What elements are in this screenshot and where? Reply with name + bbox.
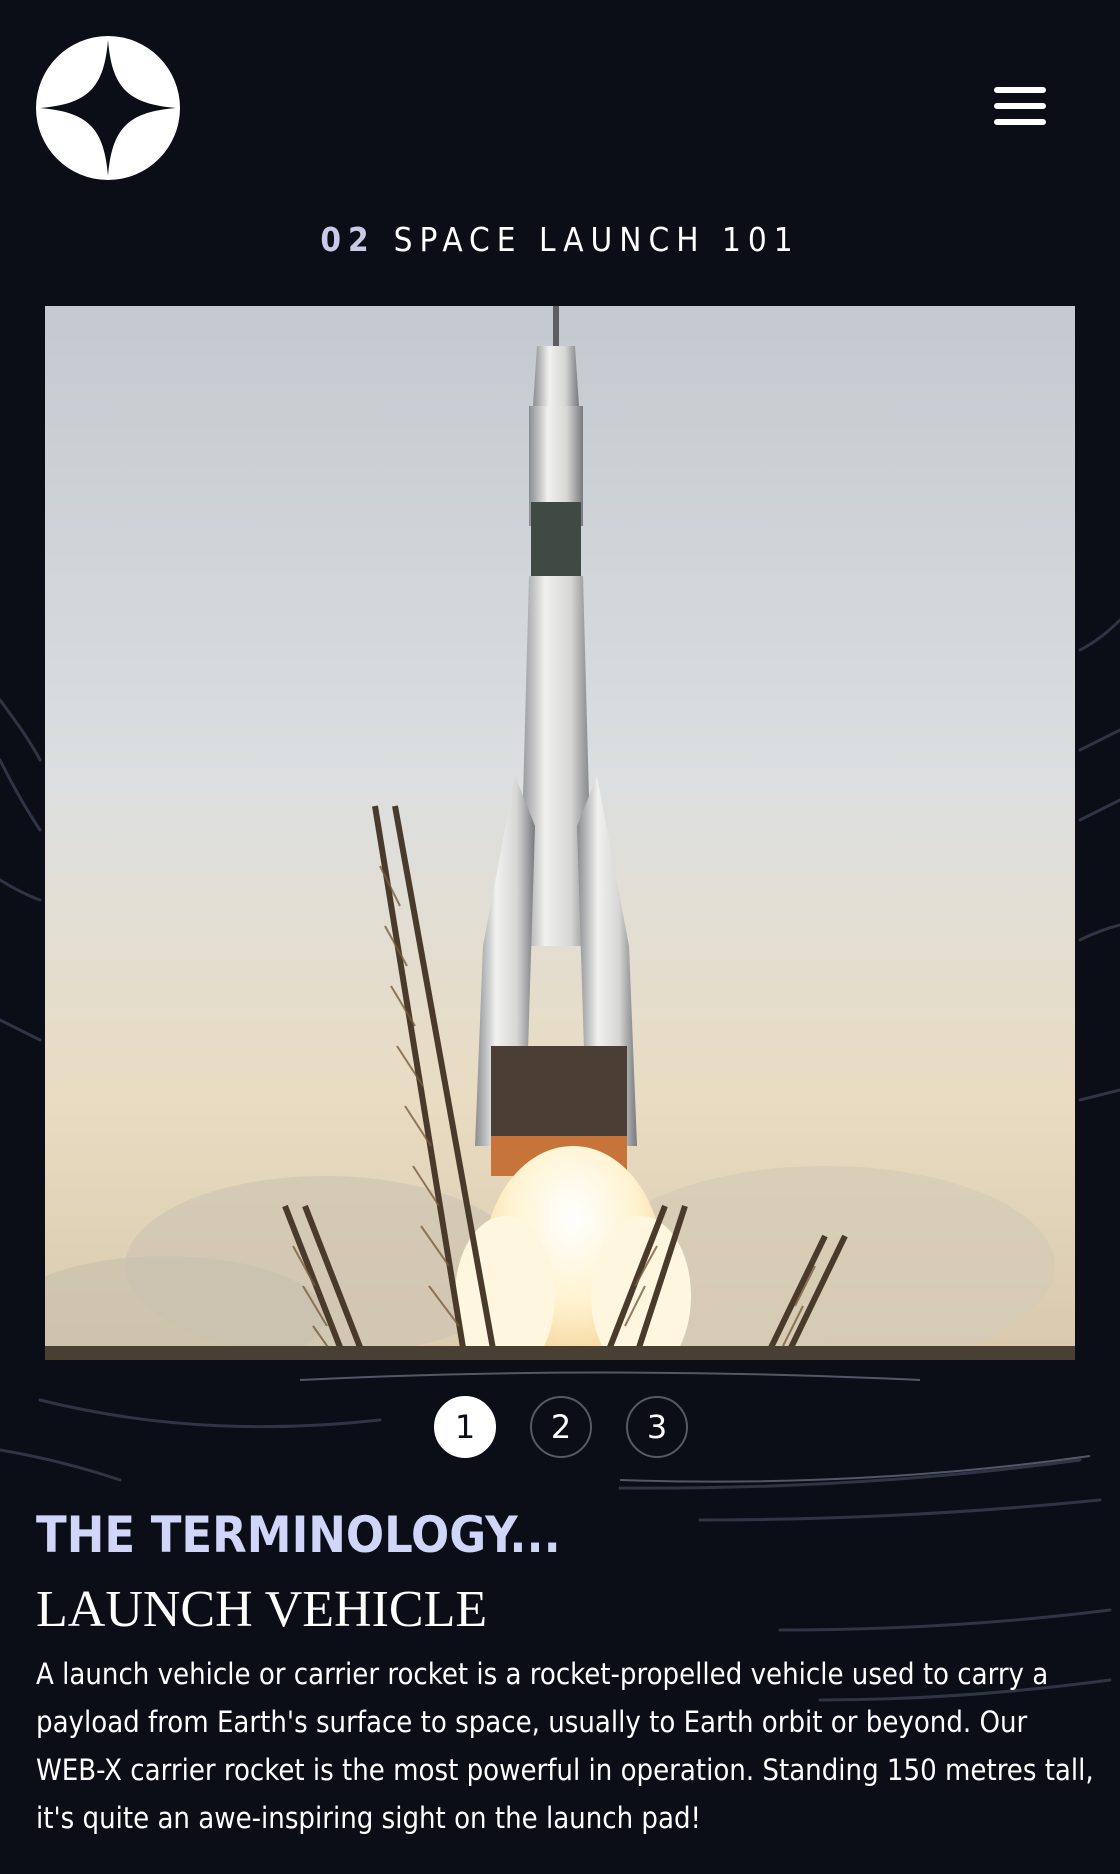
term-description: A launch vehicle or carrier rocket is a … — [36, 1657, 1094, 1835]
pager-button-2[interactable]: 2 — [530, 1396, 592, 1458]
four-point-star-logo-icon — [40, 40, 176, 176]
rocket-launch-photo-icon — [45, 306, 1075, 1360]
terminology-kicker: THE TERMINOLOGY... — [36, 1506, 561, 1564]
page-number: 02 — [320, 220, 376, 259]
hamburger-menu-icon — [994, 87, 1046, 125]
logo[interactable] — [36, 36, 180, 180]
page-title: SPACE LAUNCH 101 — [393, 220, 800, 259]
term-title: LAUNCH VEHICLE — [36, 1581, 488, 1638]
site-header — [0, 0, 1120, 200]
pager-button-1[interactable]: 1 — [434, 1396, 496, 1458]
pager-button-3[interactable]: 3 — [626, 1396, 688, 1458]
rocket-launch-image — [45, 306, 1075, 1360]
slide-pager: 1 2 3 — [0, 1396, 1120, 1458]
hamburger-menu-button[interactable] — [990, 84, 1050, 134]
page-heading: 02 SPACE LAUNCH 101 — [0, 220, 1120, 259]
